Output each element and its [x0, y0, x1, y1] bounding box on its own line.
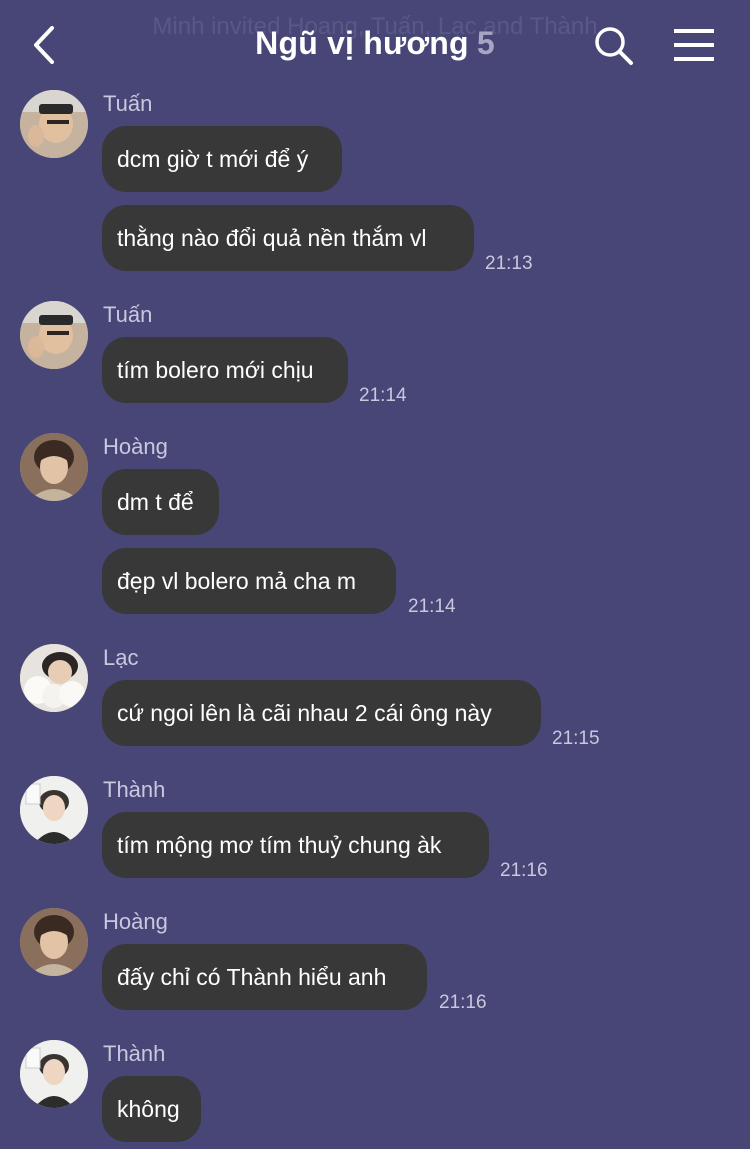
message-bubble[interactable]: dm t để: [102, 469, 219, 535]
chat-title[interactable]: Ngũ vị hương 5: [0, 25, 750, 62]
sender-name: Tuấn: [103, 302, 153, 327]
member-count: 5: [476, 25, 495, 61]
group-name: Ngũ vị hương: [255, 25, 469, 61]
message-bubble[interactable]: cứ ngoi lên là cãi nhau 2 cái ông này: [102, 680, 541, 746]
message-time: 21:15: [552, 728, 600, 749]
message-bubble[interactable]: tím mộng mơ tím thuỷ chung àk: [102, 812, 489, 878]
message-bubble[interactable]: dcm giờ t mới để ý: [102, 126, 342, 192]
sender-name: Thành: [103, 1041, 166, 1066]
message-time: 21:16: [500, 860, 548, 881]
avatar-lac[interactable]: [20, 644, 88, 712]
avatar-tuan[interactable]: [20, 301, 88, 369]
sender-name: Thành: [103, 777, 166, 802]
sender-name: Hoàng: [103, 434, 168, 459]
avatar-hoang[interactable]: [20, 433, 88, 501]
message-time: 21:14: [359, 385, 407, 406]
message-time: 21:14: [408, 596, 456, 617]
message-bubble[interactable]: đẹp vl bolero mả cha m: [102, 548, 396, 614]
message-time: 21:16: [439, 992, 487, 1013]
sender-name: Tuấn: [103, 91, 153, 116]
back-chevron-icon[interactable]: [28, 24, 62, 66]
message-bubble[interactable]: không: [102, 1076, 201, 1142]
sender-name: Lạc: [103, 645, 139, 670]
sender-name: Hoàng: [103, 909, 168, 934]
message-bubble[interactable]: đấy chỉ có Thành hiểu anh: [102, 944, 427, 1010]
message-bubble[interactable]: thằng nào đổi quả nền thắm vl: [102, 205, 474, 271]
message-time: 21:13: [485, 253, 533, 274]
avatar-thanh[interactable]: [20, 1040, 88, 1108]
message-bubble[interactable]: tím bolero mới chịu: [102, 337, 348, 403]
avatar-tuan[interactable]: [20, 90, 88, 158]
avatar-thanh[interactable]: [20, 776, 88, 844]
avatar-hoang[interactable]: [20, 908, 88, 976]
search-icon[interactable]: [590, 22, 636, 68]
menu-icon[interactable]: [670, 26, 718, 64]
chat-header: Minh invited Hoang, Tuấn, Lạc and Thành …: [0, 0, 750, 88]
